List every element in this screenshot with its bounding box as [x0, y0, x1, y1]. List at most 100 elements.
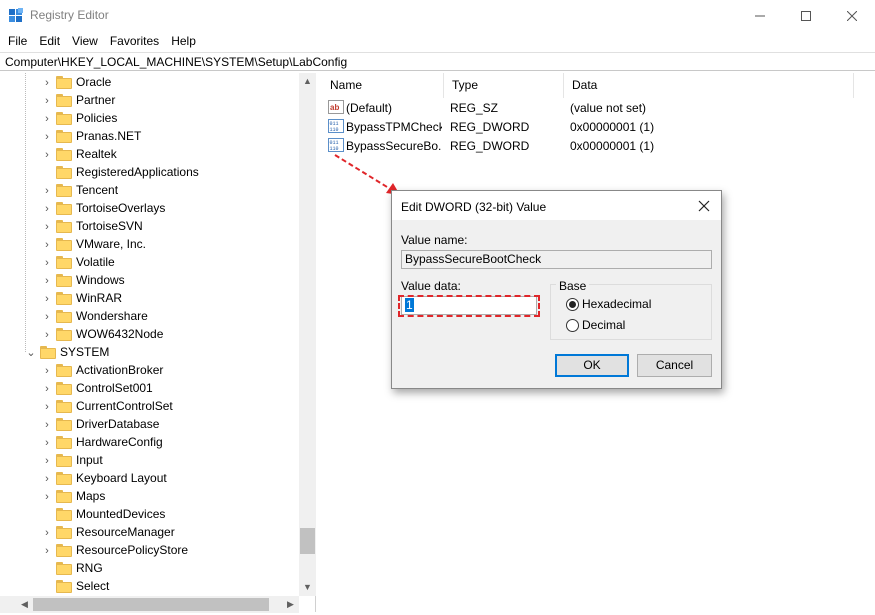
chevron-right-icon[interactable]: ›: [42, 293, 52, 305]
tree-horizontal-scrollbar[interactable]: ◀ ▶: [0, 596, 299, 613]
address-bar[interactable]: Computer\HKEY_LOCAL_MACHINE\SYSTEM\Setup…: [0, 52, 875, 71]
folder-icon: [56, 508, 72, 521]
tree-item[interactable]: › Volatile: [0, 254, 300, 272]
folder-icon: [56, 274, 72, 287]
tree-vertical-scrollbar[interactable]: ▲ ▼: [299, 73, 316, 596]
chevron-right-icon[interactable]: ›: [42, 455, 52, 467]
tree-item[interactable]: › Tencent: [0, 182, 300, 200]
tree-item-label: Pranas.NET: [76, 129, 142, 143]
minimize-icon[interactable]: [737, 0, 783, 32]
tree-item[interactable]: › Wondershare: [0, 308, 300, 326]
list-row[interactable]: 011 110 BypassTPMCheck REG_DWORD 0x00000…: [322, 117, 862, 136]
chevron-right-icon[interactable]: ›: [42, 437, 52, 449]
tree-item[interactable]: MountedDevices: [0, 506, 300, 524]
chevron-right-icon[interactable]: ›: [42, 545, 52, 557]
folder-icon: [56, 454, 72, 467]
tree-item[interactable]: › VMware, Inc.: [0, 236, 300, 254]
tree-item[interactable]: › HardwareConfig: [0, 434, 300, 452]
tree-item[interactable]: › Maps: [0, 488, 300, 506]
tree-item-label: Maps: [76, 489, 106, 503]
chevron-right-icon[interactable]: ›: [42, 311, 52, 323]
chevron-right-icon[interactable]: ›: [42, 239, 52, 251]
chevron-down-icon[interactable]: ⌄: [26, 347, 36, 359]
scroll-thumb-horizontal[interactable]: [33, 598, 269, 611]
tree-item[interactable]: › Realtek: [0, 146, 300, 164]
cancel-button[interactable]: Cancel: [637, 354, 712, 377]
value-data: 0x00000001 (1): [570, 120, 655, 134]
scroll-left-icon[interactable]: ◀: [16, 596, 33, 613]
tree-item-label: Tencent: [76, 183, 119, 197]
menu-favorites[interactable]: Favorites: [104, 32, 165, 50]
tree-item[interactable]: › Windows: [0, 272, 300, 290]
tree-item[interactable]: Select: [0, 578, 300, 596]
tree-item[interactable]: RNG: [0, 560, 300, 578]
tree-item[interactable]: › Partner: [0, 92, 300, 110]
tree-item[interactable]: › Oracle: [0, 74, 300, 92]
chevron-right-icon[interactable]: ›: [42, 491, 52, 503]
tree-item[interactable]: › DriverDatabase: [0, 416, 300, 434]
chevron-right-icon[interactable]: ›: [42, 365, 52, 377]
folder-icon: [56, 328, 72, 341]
radio-hexadecimal[interactable]: [566, 298, 579, 311]
column-name[interactable]: Name: [322, 73, 444, 98]
list-row[interactable]: ab (Default) REG_SZ (value not set): [322, 98, 862, 117]
chevron-right-icon[interactable]: ›: [42, 275, 52, 287]
chevron-right-icon[interactable]: ›: [42, 419, 52, 431]
value-name-field[interactable]: BypassSecureBootCheck: [401, 250, 712, 269]
tree-item-label: Oracle: [76, 75, 112, 89]
scroll-thumb[interactable]: [300, 528, 315, 554]
chevron-right-icon[interactable]: ›: [42, 203, 52, 215]
tree-item[interactable]: › WOW6432Node: [0, 326, 300, 344]
folder-icon: [56, 526, 72, 539]
tree-item[interactable]: › ResourcePolicyStore: [0, 542, 300, 560]
tree-item[interactable]: › TortoiseOverlays: [0, 200, 300, 218]
scroll-right-icon[interactable]: ▶: [282, 596, 299, 613]
tree-item[interactable]: › Keyboard Layout: [0, 470, 300, 488]
dialog-close-icon[interactable]: [695, 197, 713, 215]
column-type[interactable]: Type: [444, 73, 564, 98]
chevron-right-icon[interactable]: ›: [42, 185, 52, 197]
chevron-right-icon[interactable]: ›: [42, 527, 52, 539]
tree-item-label: Select: [76, 579, 110, 593]
chevron-right-icon[interactable]: ›: [42, 401, 52, 413]
close-icon[interactable]: [829, 0, 875, 32]
chevron-right-icon[interactable]: ›: [42, 473, 52, 485]
column-data[interactable]: Data: [564, 73, 854, 98]
menu-file[interactable]: File: [0, 32, 33, 50]
folder-icon: [56, 94, 72, 107]
radio-decimal[interactable]: [566, 319, 579, 332]
tree-item[interactable]: ⌄ SYSTEM: [0, 344, 300, 362]
tree-item[interactable]: › TortoiseSVN: [0, 218, 300, 236]
chevron-right-icon[interactable]: ›: [42, 131, 52, 143]
chevron-right-icon[interactable]: ›: [42, 383, 52, 395]
radio-hexadecimal-label[interactable]: Hexadecimal: [582, 297, 651, 311]
menu-view[interactable]: View: [66, 32, 104, 50]
radio-decimal-label[interactable]: Decimal: [582, 318, 625, 332]
chevron-right-icon[interactable]: ›: [42, 149, 52, 161]
menu-help[interactable]: Help: [165, 32, 202, 50]
dialog-title: Edit DWORD (32-bit) Value: [401, 200, 547, 214]
tree-item[interactable]: › ResourceManager: [0, 524, 300, 542]
ok-button[interactable]: OK: [555, 354, 629, 377]
tree-item[interactable]: › Policies: [0, 110, 300, 128]
tree-item[interactable]: › ControlSet001: [0, 380, 300, 398]
scroll-up-icon[interactable]: ▲: [299, 73, 316, 90]
tree-item[interactable]: › ActivationBroker: [0, 362, 300, 380]
tree-item[interactable]: › Pranas.NET: [0, 128, 300, 146]
tree-item[interactable]: › Input: [0, 452, 300, 470]
chevron-right-icon[interactable]: ›: [42, 113, 52, 125]
tree-item[interactable]: › CurrentControlSet: [0, 398, 300, 416]
chevron-right-icon[interactable]: ›: [42, 77, 52, 89]
menu-edit[interactable]: Edit: [33, 32, 66, 50]
scroll-down-icon[interactable]: ▼: [299, 579, 316, 596]
tree-item[interactable]: › WinRAR: [0, 290, 300, 308]
chevron-right-icon[interactable]: ›: [42, 257, 52, 269]
tree-item-label: RNG: [76, 561, 103, 575]
chevron-right-icon[interactable]: ›: [42, 221, 52, 233]
maximize-icon[interactable]: [783, 0, 829, 32]
tree-item[interactable]: RegisteredApplications: [0, 164, 300, 182]
chevron-right-icon[interactable]: ›: [42, 95, 52, 107]
value-name: BypassTPMCheck: [346, 120, 442, 134]
chevron-right-icon[interactable]: ›: [42, 329, 52, 341]
window-title: Registry Editor: [30, 8, 109, 22]
